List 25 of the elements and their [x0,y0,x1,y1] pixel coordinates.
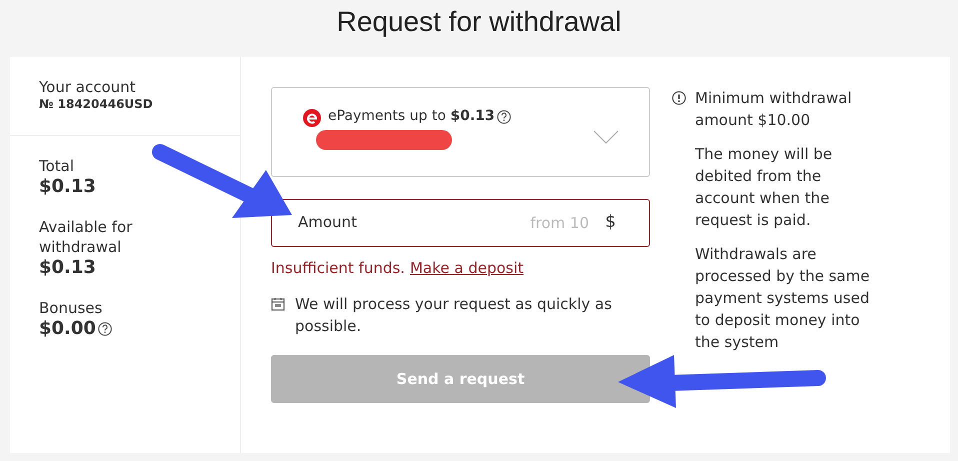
account-number: № 18420446USD [39,97,154,111]
error-message: Insufficient funds. [271,259,405,277]
chevron-icon [593,130,619,144]
balance-value: $0.00 [39,318,96,339]
balance-label: Available for withdrawal [39,217,134,257]
processing-note: We will process your request as quickly as possible. [295,294,613,337]
payment-method-select[interactable]: ePayments up to $0.13 [271,87,650,177]
balance-value: $0.13 [39,176,96,197]
account-label: Your account [39,77,137,97]
calendar-icon [271,297,285,311]
balance-label: Bonuses [39,298,104,318]
page-title: Request for withdrawal [336,5,622,39]
deposit-link[interactable]: Make a deposit [410,259,524,277]
info-text: The money will be debited from the account when the request is paid. [695,145,832,229]
payment-method-text: ePayments up to $0.13 [328,108,495,124]
info-text: Withdrawals are processed by the same payment systems used to deposit money into the system [695,245,870,351]
help-icon[interactable] [496,110,511,124]
currency-symbol: $ [605,212,616,232]
payment-logo-icon [302,108,322,128]
help-icon[interactable] [98,322,112,336]
warning-icon [672,91,686,105]
amount-label: Amount [298,213,357,231]
balance-value: $0.13 [39,257,96,278]
info-text: Minimum withdrawal amount $10.00 [695,89,852,129]
balance-label: Total [39,156,76,176]
